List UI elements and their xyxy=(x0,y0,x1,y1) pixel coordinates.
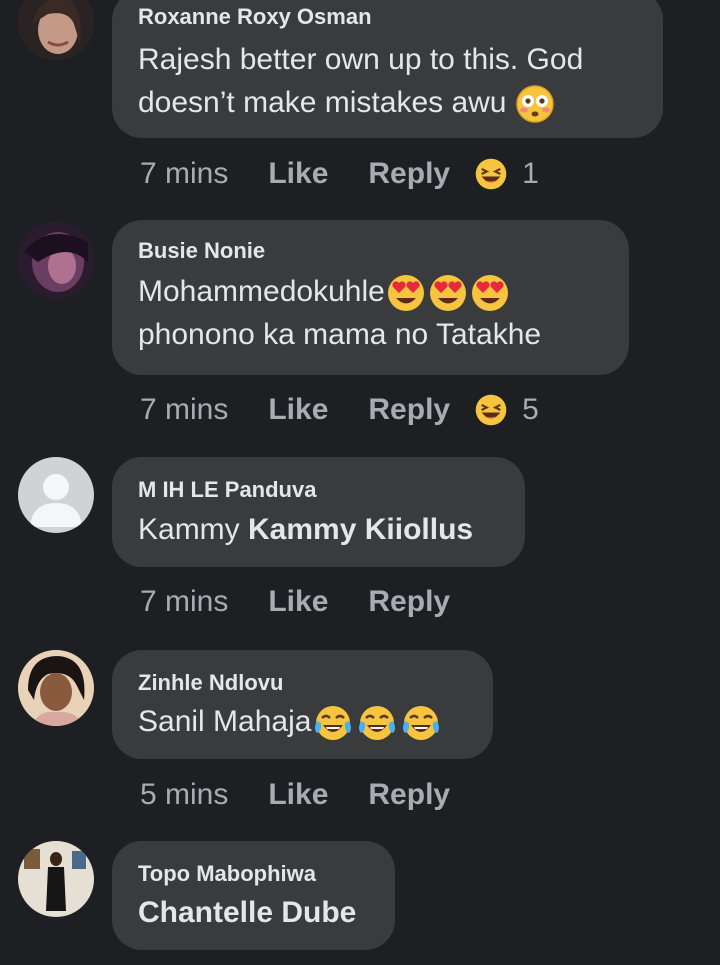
comment-timestamp[interactable]: 7 mins xyxy=(140,157,228,191)
heart-eyes-emoji-icon xyxy=(471,275,508,312)
reply-button[interactable]: Reply xyxy=(368,393,450,427)
comment-text: Mohammedokuhle xyxy=(138,270,603,313)
heart-eyes-emoji-icon xyxy=(429,275,466,312)
comment-bubble: Topo Mabophiwa Chantelle Dube xyxy=(112,841,395,950)
comment-bubble: Zinhle Ndlovu Sanil Mahaja xyxy=(112,650,493,759)
comment-text: Kammy Kammy Kiiollus xyxy=(138,508,499,551)
reaction-count: 5 xyxy=(522,393,539,426)
reply-button[interactable]: Reply xyxy=(368,585,450,619)
avatar[interactable] xyxy=(18,0,94,60)
avatar-photo-icon xyxy=(18,841,94,917)
comment-timestamp[interactable]: 7 mins xyxy=(140,393,228,427)
laughing-emoji-icon xyxy=(475,394,507,426)
comment-text: Chantelle Dube xyxy=(138,891,369,934)
reaction-count: 1 xyxy=(522,157,539,190)
comment-author[interactable]: Topo Mabophiwa xyxy=(138,861,369,887)
comment-bubble: M IH LE Panduva Kammy Kammy Kiiollus xyxy=(112,457,525,567)
tears-of-joy-emoji-icon xyxy=(315,706,352,741)
avatar[interactable] xyxy=(18,222,94,298)
like-button[interactable]: Like xyxy=(268,585,328,619)
heart-eyes-emoji-icon xyxy=(387,275,424,312)
comment-text-line: Sanil Mahaja xyxy=(138,705,312,738)
reply-button[interactable]: Reply xyxy=(368,157,450,191)
comment-actions: 7 mins Like Reply 5 xyxy=(140,390,539,430)
comment-author[interactable]: Zinhle Ndlovu xyxy=(138,670,467,696)
comment-author[interactable]: Roxanne Roxy Osman xyxy=(138,4,637,30)
tears-of-joy-emoji-icon xyxy=(403,706,440,741)
heart-eyes-emoji-group xyxy=(385,275,511,312)
comment-author[interactable]: Busie Nonie xyxy=(138,238,603,264)
comment-actions: 7 mins Like Reply xyxy=(140,582,474,622)
comment-text-line: Mohammedokuhle xyxy=(138,275,385,308)
flushed-face-emoji-icon xyxy=(516,85,554,123)
comment-text: phonono ka mama no Tatakhe xyxy=(138,313,603,356)
comment-text-line: doesn’t make mistakes awu xyxy=(138,86,507,119)
avatar-photo-icon xyxy=(18,0,94,60)
comment-timestamp[interactable]: 5 mins xyxy=(140,778,228,812)
reaction-summary[interactable]: 5 xyxy=(474,393,539,427)
avatar[interactable] xyxy=(18,841,94,917)
comment-text: Rajesh better own up to this. God xyxy=(138,38,637,81)
mention-link[interactable]: Chantelle Dube xyxy=(138,896,356,929)
avatar-photo-icon xyxy=(18,222,94,298)
reaction-summary[interactable]: 1 xyxy=(474,157,539,191)
comment-actions: 7 mins Like Reply 1 xyxy=(140,154,539,194)
default-avatar-icon xyxy=(18,457,94,533)
avatar-photo-icon xyxy=(18,650,94,726)
comment-bubble: Roxanne Roxy Osman Rajesh better own up … xyxy=(112,0,663,138)
comment-text: doesn’t make mistakes awu xyxy=(138,81,637,124)
comment-timestamp[interactable]: 7 mins xyxy=(140,585,228,619)
tears-of-joy-emoji-icon xyxy=(359,706,396,741)
avatar[interactable] xyxy=(18,457,94,533)
laughing-emoji-icon xyxy=(475,158,507,190)
like-button[interactable]: Like xyxy=(268,157,328,191)
comment-text-line: Kammy xyxy=(138,513,249,546)
mention-link[interactable]: Kammy Kiiollus xyxy=(248,513,473,546)
comment-author[interactable]: M IH LE Panduva xyxy=(138,477,499,503)
comment-text-line: phonono ka mama no Tatakhe xyxy=(138,318,542,352)
avatar[interactable] xyxy=(18,650,94,726)
comment-bubble: Busie Nonie Mohammedokuhle phonono ka ma… xyxy=(112,220,629,375)
like-button[interactable]: Like xyxy=(268,778,328,812)
comment-text: Sanil Mahaja xyxy=(138,700,467,743)
reply-button[interactable]: Reply xyxy=(368,778,450,812)
tears-of-joy-emoji-group xyxy=(311,705,443,741)
comment-actions: 5 mins Like Reply xyxy=(140,775,474,815)
comment-text-line: Rajesh better own up to this. God xyxy=(138,43,584,76)
like-button[interactable]: Like xyxy=(268,393,328,427)
